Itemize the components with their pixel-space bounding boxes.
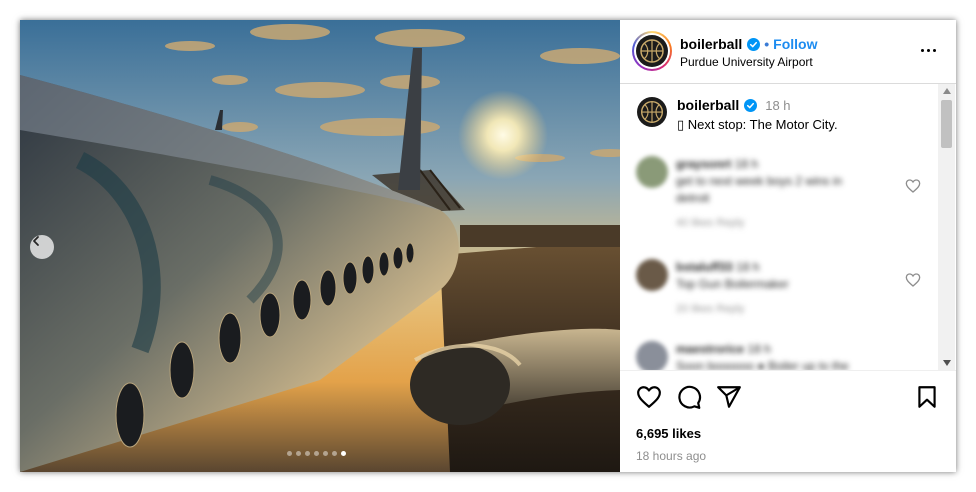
previous-slide-button[interactable] [30, 235, 54, 259]
comment-time: 18 h [747, 342, 771, 356]
heart-icon[interactable] [636, 384, 662, 410]
caption-text: ▯ Next stop: The Motor City. [677, 117, 838, 132]
post-side-panel: boilerball • Follow Purdue University Ai… [620, 20, 956, 472]
basketball-icon [640, 100, 664, 124]
caption-user-line: boilerball 18 h [677, 97, 791, 113]
like-comment-heart-icon[interactable] [905, 272, 921, 288]
comment-time: 18 h [736, 260, 760, 274]
carousel-dot [332, 451, 337, 456]
post-actions: 6,695 likes 18 hours ago [620, 370, 956, 473]
carousel-dot [287, 451, 292, 456]
comment-body: bstaluff33 18 h Top Gun Boilermaker 20 l… [676, 259, 789, 318]
carousel-dot [305, 451, 310, 456]
comments-section: boilerball 18 h ▯ Next stop: The Motor C… [620, 84, 956, 370]
location-link[interactable]: Purdue University Airport [680, 55, 813, 69]
airplane-sunset-image [20, 20, 620, 472]
comment-meta: 40 likes Reply [676, 217, 745, 229]
comment-text: detroit [676, 191, 710, 205]
verified-badge-icon [747, 37, 761, 51]
commenter-avatar[interactable] [636, 259, 668, 291]
comment-item: graysonrt 18 h get to next week boys 2 w… [620, 156, 940, 236]
commenter-avatar[interactable] [636, 156, 668, 188]
more-options-button[interactable] [918, 40, 938, 60]
comment-username[interactable]: maestrorice [676, 342, 744, 356]
triangle-down-icon [942, 360, 951, 366]
more-options-icon [920, 48, 924, 52]
comment-text: get to next week boys 2 wins in [676, 174, 843, 188]
share-icon[interactable] [716, 384, 742, 410]
avatar-border [634, 33, 670, 69]
caption-username[interactable]: boilerball [677, 97, 739, 113]
carousel-dot [314, 451, 319, 456]
post-photo [20, 20, 620, 472]
post-timestamp: 18 hours ago [636, 449, 707, 463]
scrollbar-thumb[interactable] [941, 100, 952, 148]
comment-username[interactable]: bstaluff33 [676, 260, 733, 274]
carousel-dot [323, 451, 328, 456]
header-user-line: boilerball • Follow [680, 36, 817, 52]
carousel-dot-active [341, 451, 346, 456]
post-header: boilerball • Follow Purdue University Ai… [620, 20, 956, 84]
bookmark-icon[interactable] [914, 384, 940, 410]
more-options-icon [932, 48, 936, 52]
comment-icon[interactable] [676, 384, 702, 410]
triangle-up-icon [942, 88, 951, 94]
carousel-dot [296, 451, 301, 456]
verified-badge-icon [744, 98, 758, 112]
likes-count[interactable]: 6,695 likes [636, 426, 701, 441]
comment-meta: 20 likes Reply [676, 303, 745, 315]
comment-body: maestrorice 18 h Soon boooooo ● Boiler u… [676, 341, 849, 370]
comment-body: graysonrt 18 h get to next week boys 2 w… [676, 156, 842, 232]
profile-avatar[interactable] [632, 31, 672, 71]
basketball-icon [640, 39, 664, 63]
post-dialog: boilerball • Follow Purdue University Ai… [20, 20, 956, 472]
scroll-up-button[interactable] [938, 84, 955, 98]
comment-item: bstaluff33 18 h Top Gun Boilermaker 20 l… [620, 259, 940, 339]
separator-dot: • [764, 36, 770, 52]
comment-username[interactable]: graysonrt [676, 157, 731, 171]
scroll-down-button[interactable] [938, 356, 955, 370]
comment-item: maestrorice 18 h Soon boooooo ● Boiler u… [620, 341, 940, 370]
comments-scrollbar[interactable] [938, 84, 955, 370]
username-link[interactable]: boilerball [680, 36, 742, 52]
more-options-icon [926, 48, 930, 52]
basketball-logo-icon [636, 35, 668, 67]
comment-text: Top Gun Boilermaker [676, 277, 789, 291]
commenter-avatar[interactable] [636, 341, 668, 370]
like-comment-heart-icon[interactable] [905, 178, 921, 194]
comment-text: Soon boooooo ● Boiler up to the [676, 359, 849, 370]
caption-time: 18 h [765, 97, 791, 113]
comment-time: 18 h [734, 157, 759, 171]
follow-button[interactable]: Follow [773, 36, 817, 52]
chevron-left-icon [33, 236, 39, 246]
caption-avatar[interactable] [637, 97, 667, 127]
carousel-indicator [287, 451, 346, 456]
